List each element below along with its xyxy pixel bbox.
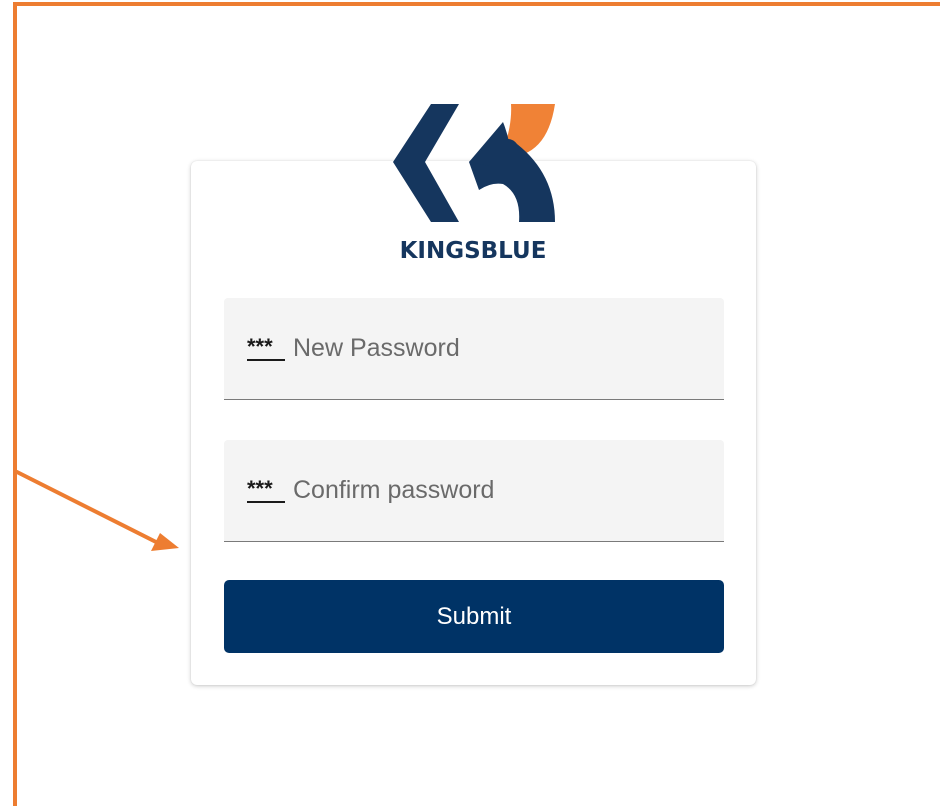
password-key-icon: *** <box>247 338 285 361</box>
svg-text:***: *** <box>247 480 273 501</box>
password-key-icon: *** <box>247 480 285 503</box>
new-password-placeholder: New Password <box>293 334 460 362</box>
page: KINGSBLUE *** New Password *** Confirm p… <box>0 0 940 806</box>
submit-button[interactable]: Submit <box>224 580 724 653</box>
annotation-frame-left <box>13 2 17 806</box>
annotation-frame-top <box>14 2 940 6</box>
confirm-password-field[interactable]: *** Confirm password <box>224 440 724 542</box>
confirm-password-placeholder: Confirm password <box>293 476 495 504</box>
svg-text:***: *** <box>247 338 273 359</box>
kingsblue-logo-icon <box>393 104 555 222</box>
new-password-field[interactable]: *** New Password <box>224 298 724 400</box>
brand-name: KINGSBLUE <box>399 238 547 264</box>
